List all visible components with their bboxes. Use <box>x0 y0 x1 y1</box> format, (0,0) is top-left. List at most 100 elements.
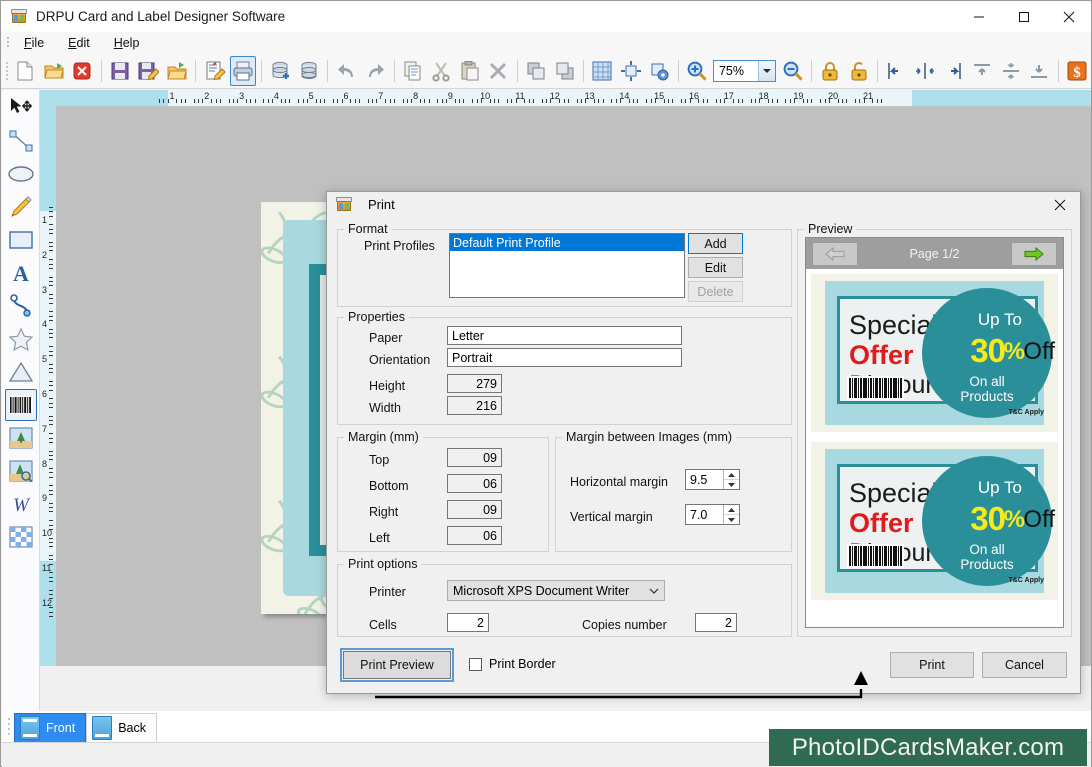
image-effects-tool[interactable] <box>5 455 37 487</box>
paper-field[interactable]: Letter <box>447 326 682 345</box>
margin-right-field[interactable]: 09 <box>447 500 502 519</box>
spinner-up-icon[interactable] <box>724 470 739 479</box>
edit-document-icon[interactable] <box>201 56 228 86</box>
margin-top-field[interactable]: 09 <box>447 448 502 467</box>
align-top-icon[interactable] <box>969 56 996 86</box>
zoom-in-icon[interactable] <box>683 56 710 86</box>
menu-file[interactable]: File <box>12 34 56 52</box>
menu-grip[interactable] <box>4 32 12 54</box>
triangle-tool[interactable] <box>5 356 37 388</box>
rectangle-tool[interactable] <box>5 224 37 256</box>
cells-field[interactable]: 2 <box>447 613 489 632</box>
database-icon[interactable] <box>296 56 323 86</box>
align-left-icon[interactable] <box>883 56 910 86</box>
coupon-card[interactable]: Special Offer Discount Up To 30 % Off On… <box>811 274 1058 432</box>
cut-icon[interactable] <box>428 56 455 86</box>
ruler-tick <box>663 99 665 103</box>
chevron-down-icon[interactable] <box>758 61 776 81</box>
menu-edit[interactable]: Edit <box>56 34 102 52</box>
print-icon[interactable] <box>229 56 257 86</box>
zoom-out-icon[interactable] <box>779 56 806 86</box>
lock-icon[interactable] <box>817 56 844 86</box>
copy-icon[interactable] <box>399 56 426 86</box>
star-tool[interactable] <box>5 323 37 355</box>
align-right-icon[interactable] <box>940 56 967 86</box>
printer-combobox[interactable]: Microsoft XPS Document Writer <box>447 580 665 601</box>
coupon-card[interactable]: Special Offer Discount Up To 30 % Off On… <box>811 442 1058 600</box>
ruler-tick <box>824 99 826 103</box>
redo-icon[interactable] <box>362 56 389 86</box>
cancel-button[interactable]: Cancel <box>982 652 1067 678</box>
vertical-margin-arrows[interactable] <box>723 505 739 524</box>
save-icon[interactable] <box>107 56 134 86</box>
horizontal-margin-arrows[interactable] <box>723 470 739 489</box>
print-profiles-listbox[interactable]: Default Print Profile <box>449 233 685 298</box>
margin-left-field[interactable]: 06 <box>447 526 502 545</box>
preview-next-button[interactable] <box>1010 241 1057 266</box>
dialog-close-button[interactable] <box>1042 194 1078 216</box>
paste-icon[interactable] <box>457 56 484 86</box>
new-document-icon[interactable] <box>12 56 39 86</box>
undo-icon[interactable] <box>333 56 360 86</box>
margin-bottom-field[interactable]: 06 <box>447 474 502 493</box>
maximize-button[interactable] <box>1001 1 1046 32</box>
grid-icon[interactable] <box>589 56 616 86</box>
spinner-down-icon[interactable] <box>724 514 739 524</box>
print-button[interactable]: Print <box>890 652 974 678</box>
coupon-offer-text: Offer <box>849 340 914 370</box>
pattern-tool[interactable] <box>5 521 37 553</box>
spinner-up-icon[interactable] <box>724 505 739 514</box>
unlock-icon[interactable] <box>846 56 873 86</box>
barcode-tool[interactable] <box>4 389 37 421</box>
bring-forward-icon[interactable] <box>523 56 550 86</box>
orientation-field[interactable]: Portrait <box>447 348 682 367</box>
spinner-down-icon[interactable] <box>724 479 739 489</box>
save-as-icon[interactable] <box>135 56 162 86</box>
cells-label: Cells <box>369 618 397 632</box>
export-folder-icon[interactable] <box>164 56 191 86</box>
vertical-ruler[interactable]: 1 2 3 4 5 6 7 8 9 10 11 12 <box>40 106 56 666</box>
print-border-checkbox[interactable]: Print Border <box>469 657 556 671</box>
copies-field[interactable]: 2 <box>695 613 737 632</box>
line-tool[interactable] <box>5 125 37 157</box>
menu-help[interactable]: Help <box>102 34 152 52</box>
close-button[interactable] <box>1046 1 1091 32</box>
print-profile-row[interactable]: Default Print Profile <box>450 234 684 251</box>
toolbar-grip[interactable] <box>3 57 11 85</box>
zoom-combobox[interactable]: 75% <box>712 60 777 82</box>
align-bottom-icon[interactable] <box>1026 56 1053 86</box>
horizontal-ruler[interactable]: 1 2 3 4 5 6 7 8 9 10 11 12 13 14 15 16 17 18 19 20 21 <box>40 90 1091 106</box>
vertical-margin-spinner[interactable]: 7.0 <box>685 504 740 525</box>
tabs-grip[interactable] <box>5 714 14 740</box>
curve-tool[interactable] <box>5 290 37 322</box>
pencil-tool[interactable] <box>5 191 37 223</box>
height-field[interactable]: 279 <box>447 374 502 393</box>
add-profile-button[interactable]: Add <box>688 233 743 254</box>
horizontal-margin-spinner[interactable]: 9.5 <box>685 469 740 490</box>
delete-icon[interactable] <box>485 56 512 86</box>
minimize-button[interactable] <box>956 1 1001 32</box>
checkbox-box[interactable] <box>469 657 482 671</box>
image-tool[interactable] <box>5 422 37 454</box>
preview-page-body[interactable]: Special Offer Discount Up To 30 % Off On… <box>806 269 1063 627</box>
open-folder-icon[interactable] <box>41 56 68 86</box>
sidetab-front[interactable]: Front <box>14 713 87 742</box>
align-middle-vertical-icon[interactable] <box>997 56 1024 86</box>
margin-bottom-label: Bottom <box>369 479 409 493</box>
fit-object-icon[interactable] <box>617 56 644 86</box>
text-tool[interactable]: A <box>5 257 37 289</box>
database-add-icon[interactable] <box>267 56 294 86</box>
select-move-tool[interactable] <box>5 92 37 124</box>
preview-prev-button[interactable] <box>812 241 858 266</box>
width-field[interactable]: 216 <box>447 396 502 415</box>
ellipse-tool[interactable] <box>5 158 37 190</box>
close-document-icon[interactable] <box>69 56 96 86</box>
watermark-tool[interactable]: W <box>5 488 37 520</box>
currency-icon[interactable]: $ <box>1063 56 1090 86</box>
edit-profile-button[interactable]: Edit <box>688 257 743 278</box>
send-backward-icon[interactable] <box>551 56 578 86</box>
object-settings-icon[interactable] <box>646 56 673 86</box>
align-center-horizontal-icon[interactable] <box>912 56 939 86</box>
chevron-down-icon[interactable] <box>644 588 664 594</box>
sidetab-back[interactable]: Back <box>86 713 157 742</box>
